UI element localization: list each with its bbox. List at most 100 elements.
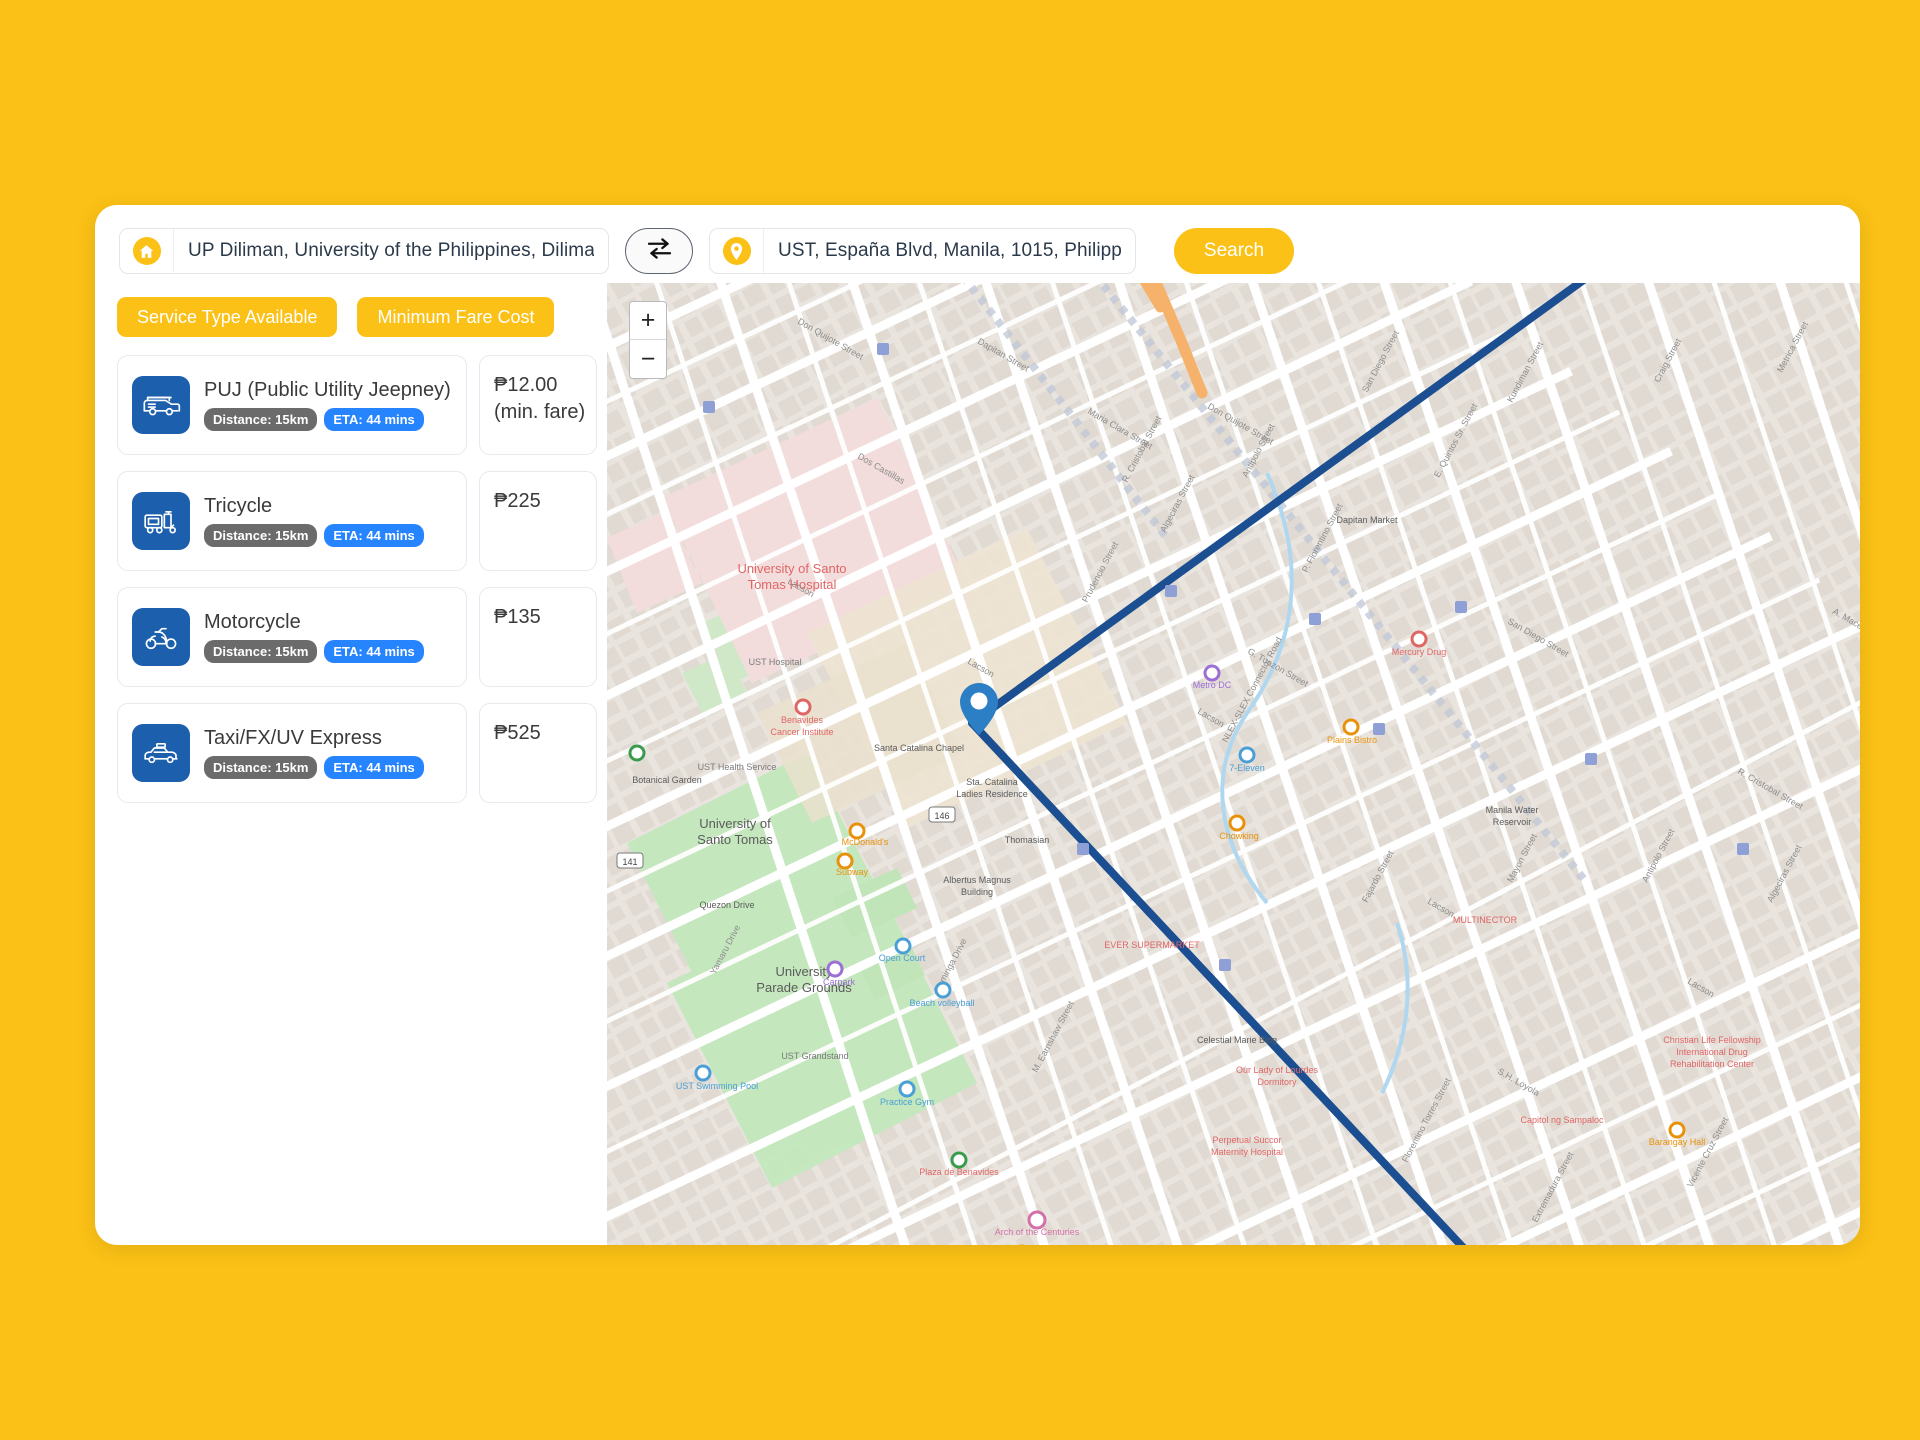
svg-text:McDonald's: McDonald's [842,837,889,847]
svg-text:Metro DC: Metro DC [1193,680,1232,690]
distance-badge: Distance: 15km [204,524,318,547]
swap-arrows-icon [646,238,673,264]
svg-text:UST Hospital: UST Hospital [749,657,802,667]
service-row: Motorcycle Distance: 15km ETA: 44 mins ₱… [117,587,607,687]
svg-text:7-Eleven: 7-Eleven [1229,763,1265,773]
svg-text:Quezon Drive: Quezon Drive [699,900,754,910]
svg-text:University of Santo: University of Santo [737,561,846,576]
service-card-motorcycle[interactable]: Motorcycle Distance: 15km ETA: 44 mins [117,587,467,687]
svg-text:Mercury Drug: Mercury Drug [1392,647,1447,657]
service-tags: Distance: 15km ETA: 44 mins [204,408,451,431]
page-root: Search Service Type Available Minimum Fa… [0,0,1920,1440]
swap-locations-button[interactable] [625,228,693,274]
svg-text:University of: University of [699,816,771,831]
search-bar: Search [95,205,1860,283]
eta-badge: ETA: 44 mins [324,756,424,779]
svg-text:Plaza de Benavides: Plaza de Benavides [919,1167,999,1177]
home-icon [120,229,174,273]
svg-text:Perpetual Succor: Perpetual Succor [1212,1135,1281,1145]
svg-text:Thomasian: Thomasian [1005,835,1050,845]
svg-text:MULTINECTOR: MULTINECTOR [1453,915,1518,925]
filter-minimum-fare-cost[interactable]: Minimum Fare Cost [357,297,555,337]
fare-amount: ₱135 [494,606,541,628]
svg-text:Rehabilitation Center: Rehabilitation Center [1670,1059,1754,1069]
svg-text:Dormitory: Dormitory [1257,1077,1297,1087]
results-panel: Service Type Available Minimum Fare Cost [95,283,607,1245]
fare-note: (min. fare) [494,401,586,423]
eta-badge: ETA: 44 mins [324,408,424,431]
zoom-in-button[interactable]: + [630,302,666,340]
svg-text:Practice Gym: Practice Gym [880,1097,934,1107]
destination-field[interactable] [709,228,1136,274]
map-canvas[interactable]: University of Santo Tomas Hospital UST H… [607,283,1860,1245]
svg-text:Carpark: Carpark [823,977,856,987]
svg-text:International Drug: International Drug [1676,1047,1748,1057]
fare-card-motorcycle[interactable]: ₱135 [479,587,597,687]
svg-text:Building: Building [961,887,993,897]
fare-card-puj[interactable]: ₱12.00 (min. fare) [479,355,597,455]
map-zoom-controls: + − [629,301,667,379]
svg-text:Albertus Magnus: Albertus Magnus [943,875,1011,885]
tricycle-icon [132,492,190,550]
svg-text:Maternity Hospital: Maternity Hospital [1211,1147,1283,1157]
service-row: Tricycle Distance: 15km ETA: 44 mins ₱22… [117,471,607,571]
jeepney-icon [132,376,190,434]
service-row: Taxi/FX/UV Express Distance: 15km ETA: 4… [117,703,607,803]
svg-text:Manila Water: Manila Water [1486,805,1539,815]
svg-text:Botanical Garden: Botanical Garden [632,775,702,785]
service-title: Taxi/FX/UV Express [204,727,382,749]
svg-text:Ladies Residence: Ladies Residence [956,789,1028,799]
svg-text:Christian Life Fellowship: Christian Life Fellowship [1663,1035,1761,1045]
svg-text:Open Court: Open Court [879,953,926,963]
service-tags: Distance: 15km ETA: 44 mins [204,640,424,663]
map-pin-icon [710,229,764,273]
svg-text:Beach volleyball: Beach volleyball [909,998,974,1008]
eta-badge: ETA: 44 mins [324,524,424,547]
service-title: Tricycle [204,495,273,517]
filter-chips: Service Type Available Minimum Fare Cost [117,297,607,337]
svg-text:Dapitan Market: Dapitan Market [1336,515,1398,525]
svg-text:UST Health Service: UST Health Service [698,762,777,772]
search-button[interactable]: Search [1174,228,1294,274]
service-tags: Distance: 15km ETA: 44 mins [204,524,424,547]
fare-card-taxi[interactable]: ₱525 [479,703,597,803]
svg-text:Reservoir: Reservoir [1493,817,1532,827]
fare-amount: ₱12.00 [494,374,558,396]
scooter-icon [132,608,190,666]
svg-text:Cancer Institute: Cancer Institute [770,727,833,737]
service-tags: Distance: 15km ETA: 44 mins [204,756,424,779]
app-panel: Search Service Type Available Minimum Fa… [95,205,1860,1245]
svg-text:141: 141 [622,857,637,867]
distance-badge: Distance: 15km [204,408,318,431]
destination-input[interactable] [764,229,1135,273]
service-list: PUJ (Public Utility Jeepney) Distance: 1… [117,355,607,803]
svg-text:Sta. Catalina: Sta. Catalina [966,777,1018,787]
svg-text:Santo Tomas: Santo Tomas [697,832,773,847]
svg-text:Our Lady of Lourdes: Our Lady of Lourdes [1236,1065,1319,1075]
svg-text:Capitol ng Sampaloc: Capitol ng Sampaloc [1520,1115,1604,1125]
map-tiles: University of Santo Tomas Hospital UST H… [607,283,1860,1245]
origin-field[interactable] [119,228,609,274]
service-card-puj[interactable]: PUJ (Public Utility Jeepney) Distance: 1… [117,355,467,455]
eta-badge: ETA: 44 mins [324,640,424,663]
fare-card-tricycle[interactable]: ₱225 [479,471,597,571]
distance-badge: Distance: 15km [204,756,318,779]
service-row: PUJ (Public Utility Jeepney) Distance: 1… [117,355,607,455]
service-title: PUJ (Public Utility Jeepney) [204,379,451,401]
fare-amount: ₱525 [494,722,541,744]
svg-text:Chowking: Chowking [1219,831,1259,841]
svg-text:Celestial Marie Bldg: Celestial Marie Bldg [1197,1035,1277,1045]
service-card-taxi[interactable]: Taxi/FX/UV Express Distance: 15km ETA: 4… [117,703,467,803]
origin-input[interactable] [174,229,608,273]
svg-text:Benavides: Benavides [781,715,824,725]
service-card-tricycle[interactable]: Tricycle Distance: 15km ETA: 44 mins [117,471,467,571]
svg-text:Santa Catalina Chapel: Santa Catalina Chapel [874,743,964,753]
service-title: Motorcycle [204,611,301,633]
svg-text:UST Grandstand: UST Grandstand [781,1051,848,1061]
svg-text:Plains Bistro: Plains Bistro [1327,735,1377,745]
svg-text:146: 146 [934,811,949,821]
zoom-out-button[interactable]: − [630,340,666,378]
svg-text:Subway: Subway [836,867,869,877]
destination-pin[interactable] [957,681,1001,742]
filter-service-type-available[interactable]: Service Type Available [117,297,338,337]
